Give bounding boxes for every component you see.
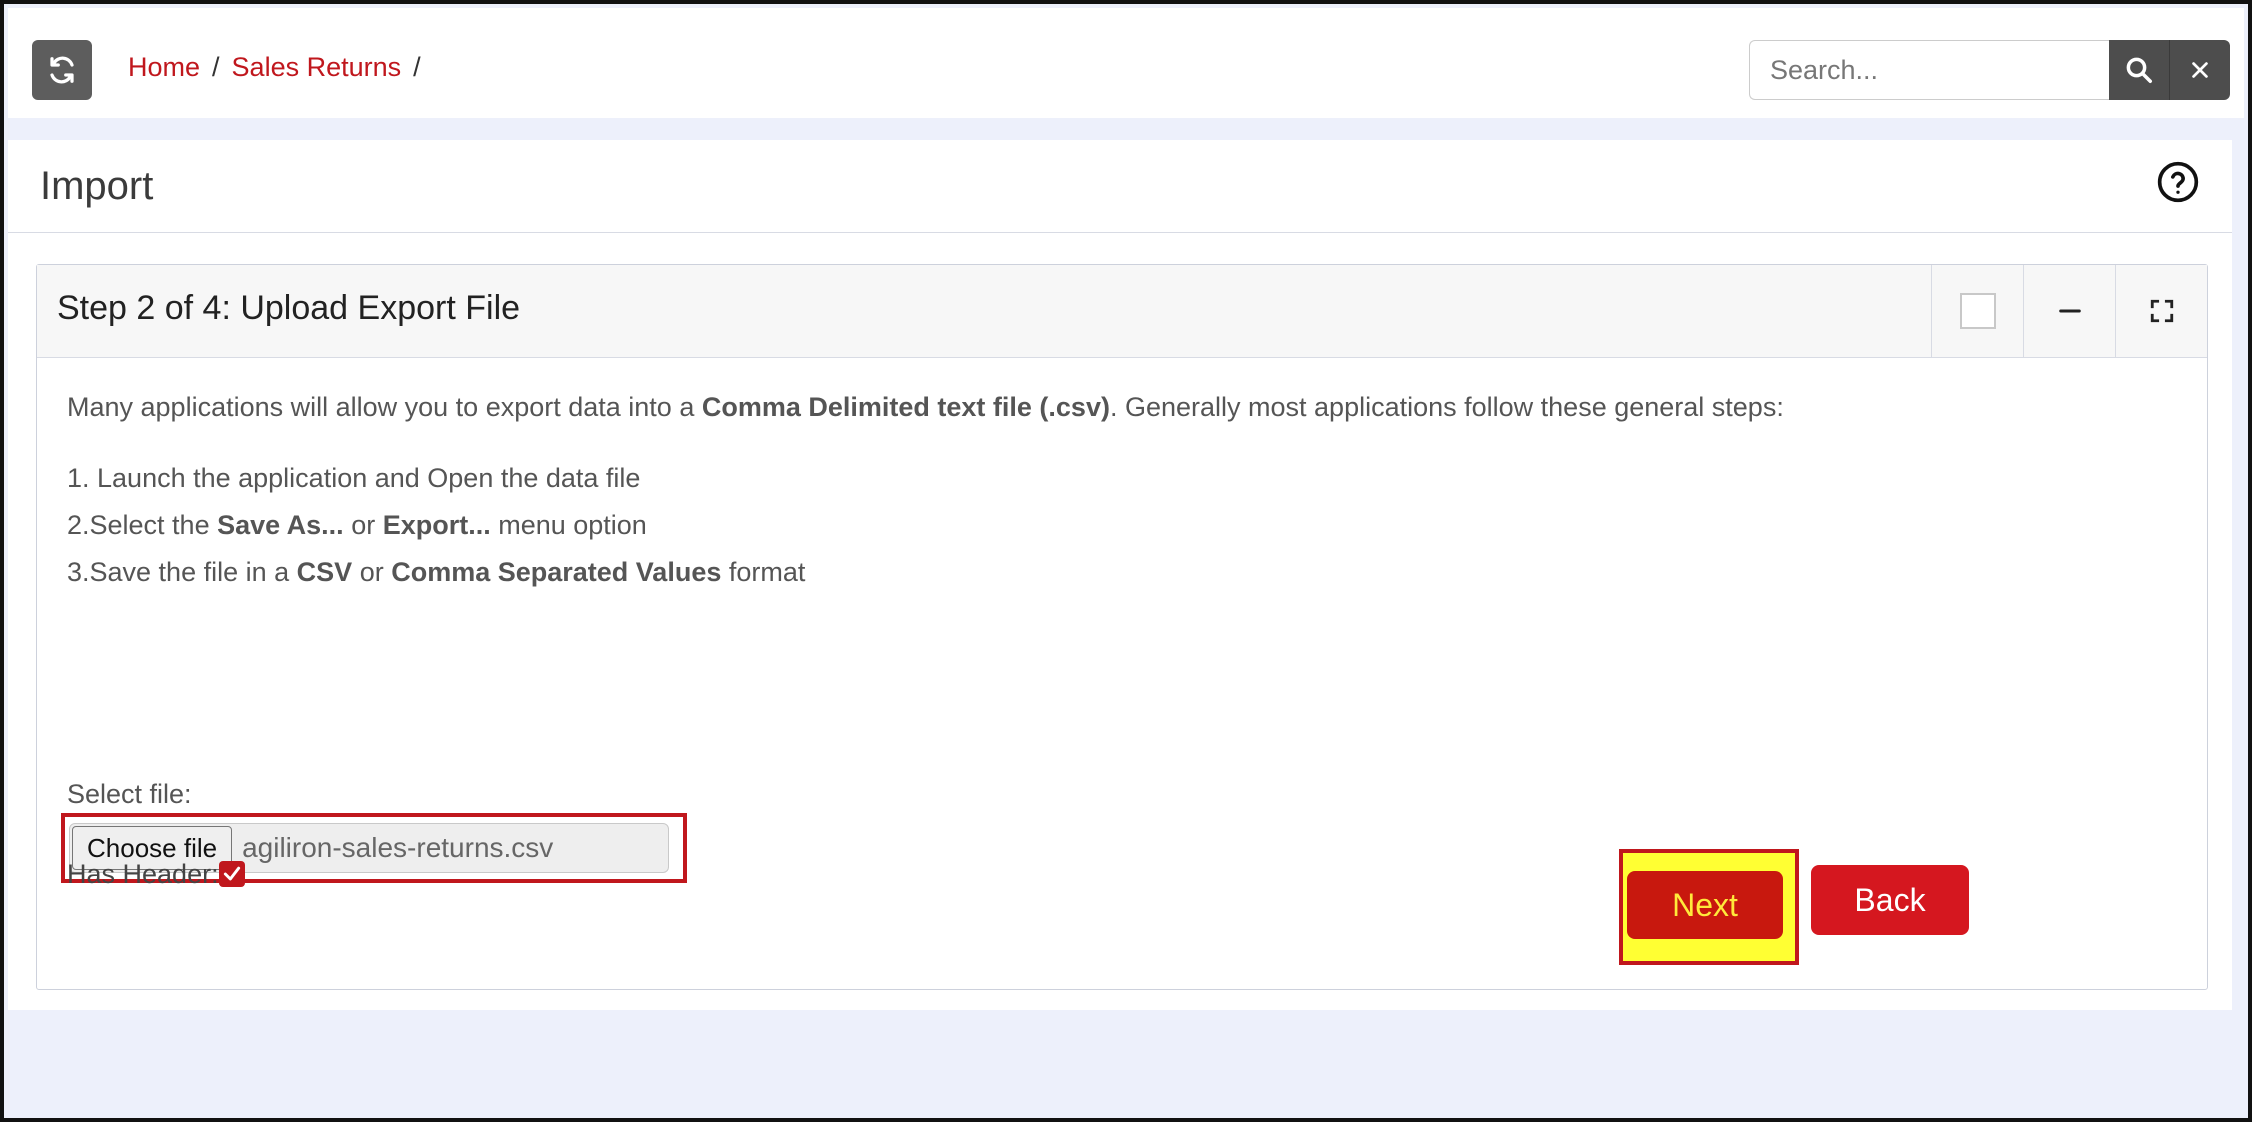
title-divider xyxy=(8,232,2232,233)
breadcrumb-home[interactable]: Home xyxy=(128,52,200,83)
help-button[interactable] xyxy=(2156,160,2200,209)
intro-text-end: . Generally most applications follow the… xyxy=(1109,392,1784,422)
step-3-mid: or xyxy=(352,557,392,587)
breadcrumb: Home / Sales Returns / xyxy=(128,52,421,83)
page-title: Import xyxy=(40,164,154,208)
search-bar xyxy=(1749,40,2230,100)
card-body: Many applications will allow you to expo… xyxy=(61,387,2177,965)
step-3-prefix: 3.Save the file in a xyxy=(67,557,297,587)
import-panel: Import Step 2 of 4: Upload Export File M… xyxy=(8,140,2232,1010)
steps-list: 1. Launch the application and Open the d… xyxy=(67,455,2177,596)
card-title: Step 2 of 4: Upload Export File xyxy=(57,289,521,327)
upload-card: Step 2 of 4: Upload Export File Many app… xyxy=(36,264,2208,990)
search-input[interactable] xyxy=(1749,40,2109,100)
back-button[interactable]: Back xyxy=(1811,865,1969,935)
help-icon xyxy=(2157,161,2199,203)
next-button[interactable]: Next xyxy=(1627,871,1783,939)
close-icon xyxy=(2192,62,2208,78)
step-2: 2.Select the Save As... or Export... men… xyxy=(67,502,2177,549)
step-3-suffix: format xyxy=(721,557,806,587)
fullscreen-button[interactable] xyxy=(2115,265,2207,357)
step-2-mid: or xyxy=(343,510,383,540)
fullscreen-icon xyxy=(2150,299,2173,323)
intro-text-start: Many applications will allow you to expo… xyxy=(67,392,702,422)
step-3: 3.Save the file in a CSV or Comma Separa… xyxy=(67,549,2177,596)
step-3-comma-separated: Comma Separated Values xyxy=(391,557,722,587)
select-file-label: Select file: xyxy=(67,779,192,809)
search-icon xyxy=(2126,57,2152,83)
checkmark-icon xyxy=(223,866,240,881)
top-bar: Home / Sales Returns / xyxy=(8,8,2244,118)
breadcrumb-separator: / xyxy=(212,52,220,82)
has-header-row: Has Header: xyxy=(67,859,245,890)
has-header-checkbox[interactable] xyxy=(218,861,245,887)
next-button-highlight: Next xyxy=(1619,849,1799,965)
step-2-export: Export... xyxy=(382,510,491,540)
intro-text: Many applications will allow you to expo… xyxy=(67,387,2177,427)
search-button[interactable] xyxy=(2109,40,2169,100)
refresh-button[interactable] xyxy=(32,40,92,100)
refresh-icon xyxy=(50,56,74,84)
step-2-suffix: menu option xyxy=(490,510,647,540)
has-header-label: Has Header: xyxy=(67,859,219,889)
minimize-button[interactable] xyxy=(2023,265,2115,357)
card-select-checkbox[interactable] xyxy=(1959,293,1996,329)
breadcrumb-sales-returns[interactable]: Sales Returns xyxy=(232,52,402,83)
step-3-csv: CSV xyxy=(296,557,353,587)
step-1: 1. Launch the application and Open the d… xyxy=(67,455,2177,502)
minimize-icon xyxy=(2058,309,2081,313)
step-2-save-as: Save As... xyxy=(217,510,344,540)
step-2-prefix: 2.Select the xyxy=(67,510,218,540)
card-select-toggle[interactable] xyxy=(1931,265,2023,357)
selected-file-name: agiliron-sales-returns.csv xyxy=(242,832,554,863)
intro-text-bold: Comma Delimited text file (.csv) xyxy=(701,392,1110,422)
breadcrumb-separator: / xyxy=(413,52,421,82)
card-tools xyxy=(1931,265,2207,357)
card-header: Step 2 of 4: Upload Export File xyxy=(37,265,2207,358)
step-1-text: 1. Launch the application and Open the d… xyxy=(67,463,641,493)
clear-search-button[interactable] xyxy=(2169,40,2230,100)
